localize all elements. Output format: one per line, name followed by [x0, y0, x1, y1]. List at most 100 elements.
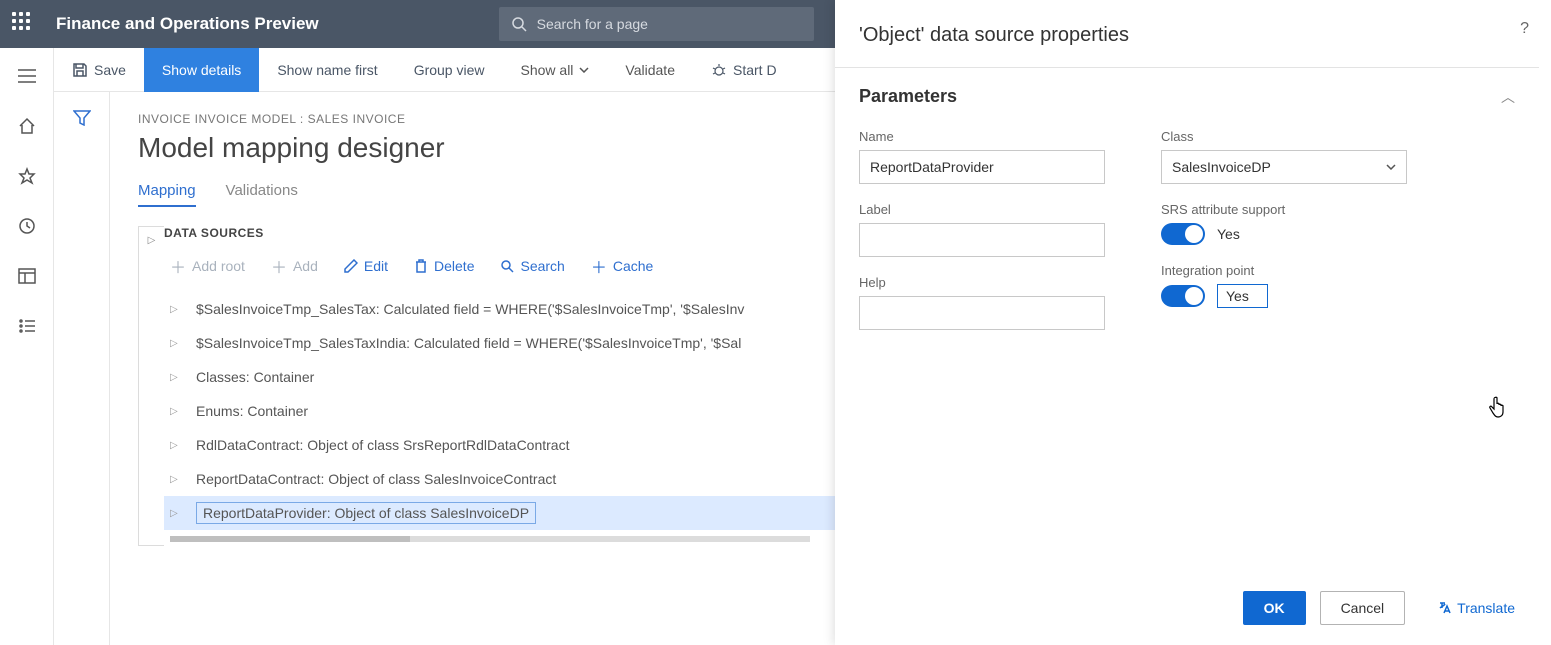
tree-row[interactable]: ▷ Classes: Container — [164, 360, 854, 394]
expand-icon[interactable]: ▷ — [170, 508, 184, 519]
integration-label: Integration point — [1161, 263, 1407, 278]
search-icon — [511, 16, 527, 32]
data-sources-toolbar: ＋Add root ＋Add Edit Delete Search ＋Cache — [164, 254, 854, 278]
show-name-first-label: Show name first — [277, 62, 377, 78]
global-search[interactable]: Search for a page — [499, 7, 814, 41]
add-button[interactable]: ＋Add — [271, 254, 318, 278]
translate-icon — [1437, 601, 1451, 615]
tree-row[interactable]: ▷ $SalesInvoiceTmp_SalesTaxIndia: Calcula… — [164, 326, 854, 360]
app-title: Finance and Operations Preview — [56, 14, 319, 34]
class-label: Class — [1161, 129, 1407, 144]
name-input[interactable] — [859, 150, 1105, 184]
tab-validations[interactable]: Validations — [226, 182, 298, 207]
horizontal-scrollbar[interactable] — [170, 536, 810, 542]
filter-icon[interactable] — [73, 110, 91, 645]
tree-row[interactable]: ▷ ReportDataContract: Object of class Sal… — [164, 462, 854, 496]
show-details-label: Show details — [162, 62, 241, 78]
edit-button[interactable]: Edit — [344, 254, 388, 278]
tab-mapping[interactable]: Mapping — [138, 182, 196, 207]
tree-row[interactable]: ▷ Enums: Container — [164, 394, 854, 428]
srs-value: Yes — [1217, 226, 1240, 242]
class-field: Class SalesInvoiceDP — [1161, 129, 1407, 184]
search-button[interactable]: Search — [500, 254, 564, 278]
save-button[interactable]: Save — [54, 48, 144, 92]
delete-icon — [414, 259, 428, 273]
show-all-label: Show all — [521, 62, 574, 78]
show-all-dropdown[interactable]: Show all — [503, 48, 608, 92]
srs-label: SRS attribute support — [1161, 202, 1407, 217]
srs-toggle[interactable] — [1161, 223, 1205, 245]
modules-icon[interactable] — [15, 314, 39, 338]
label-field: Label — [859, 202, 1105, 257]
validate-label: Validate — [625, 62, 675, 78]
group-view-label: Group view — [414, 62, 485, 78]
tree-row-label: $SalesInvoiceTmp_SalesTaxIndia: Calculat… — [196, 335, 741, 351]
data-sources-tree: ▷ $SalesInvoiceTmp_SalesTax: Calculated f… — [164, 292, 854, 530]
tree-row-label: RdlDataContract: Object of class SrsRepo… — [196, 437, 569, 453]
translate-label: Translate — [1457, 600, 1515, 616]
tree-row-label: Enums: Container — [196, 403, 308, 419]
tree-row[interactable]: ▷ ReportDataProvider: Object of class Sal… — [164, 496, 854, 530]
chevron-up-icon: ︿ — [1501, 87, 1515, 107]
filter-column — [54, 92, 110, 645]
delete-button[interactable]: Delete — [414, 254, 474, 278]
integration-field: Integration point Yes — [1161, 263, 1407, 308]
tree-row-label: $SalesInvoiceTmp_SalesTax: Calculated fi… — [196, 301, 744, 317]
add-root-button[interactable]: ＋Add root — [170, 254, 245, 278]
cursor-icon — [1488, 395, 1510, 424]
srs-field: SRS attribute support Yes — [1161, 202, 1407, 245]
label-input[interactable] — [859, 223, 1105, 257]
help-icon[interactable]: ? — [1520, 20, 1529, 38]
left-rail — [0, 48, 54, 645]
data-sources-header: DATA SOURCES — [164, 226, 854, 240]
parameters-heading: Parameters — [859, 86, 957, 107]
help-input[interactable] — [859, 296, 1105, 330]
start-debug-button[interactable]: Start D — [693, 48, 795, 92]
ok-button[interactable]: OK — [1243, 591, 1306, 625]
integration-toggle[interactable] — [1161, 285, 1205, 307]
tree-row[interactable]: ▷ RdlDataContract: Object of class SrsRep… — [164, 428, 854, 462]
show-name-first-button[interactable]: Show name first — [259, 48, 395, 92]
parameters-section-header[interactable]: Parameters ︿ — [859, 86, 1515, 107]
cancel-button[interactable]: Cancel — [1320, 591, 1406, 625]
tree-row[interactable]: ▷ $SalesInvoiceTmp_SalesTax: Calculated f… — [164, 292, 854, 326]
panel-collapse-handle[interactable]: ▷ — [138, 226, 164, 546]
parameters-grid: Name Label Help Class SalesInvoiceDP — [859, 129, 1515, 330]
save-label: Save — [94, 62, 126, 78]
properties-panel: ? 'Object' data source properties Parame… — [835, 0, 1551, 645]
validate-button[interactable]: Validate — [607, 48, 693, 92]
workspace-icon[interactable] — [15, 264, 39, 288]
help-field: Help — [859, 275, 1105, 330]
tree-row-label: ReportDataContract: Object of class Sale… — [196, 471, 556, 487]
expand-icon[interactable]: ▷ — [170, 372, 184, 383]
help-label: Help — [859, 275, 1105, 290]
search-placeholder: Search for a page — [537, 16, 648, 32]
expand-icon[interactable]: ▷ — [170, 338, 184, 349]
chevron-down-icon — [579, 67, 589, 73]
expand-icon[interactable]: ▷ — [170, 406, 184, 417]
expand-icon[interactable]: ▷ — [170, 304, 184, 315]
clock-icon[interactable] — [15, 214, 39, 238]
search-icon — [500, 259, 514, 273]
hamburger-icon[interactable] — [15, 64, 39, 88]
cache-button[interactable]: ＋Cache — [591, 254, 653, 278]
edit-icon — [344, 259, 358, 273]
panel-footer: OK Cancel Translate — [859, 571, 1515, 625]
chevron-down-icon — [1386, 164, 1396, 170]
show-details-button[interactable]: Show details — [144, 48, 259, 92]
translate-button[interactable]: Translate — [1437, 600, 1515, 616]
expand-icon[interactable]: ▷ — [170, 474, 184, 485]
waffle-icon[interactable] — [12, 12, 36, 36]
debug-icon — [711, 63, 727, 77]
star-icon[interactable] — [15, 164, 39, 188]
class-value: SalesInvoiceDP — [1172, 159, 1271, 175]
home-icon[interactable] — [15, 114, 39, 138]
group-view-button[interactable]: Group view — [396, 48, 503, 92]
parameters-col-left: Name Label Help — [859, 129, 1105, 330]
expand-icon[interactable]: ▷ — [170, 440, 184, 451]
tree-row-label: Classes: Container — [196, 369, 314, 385]
tree-row-label: ReportDataProvider: Object of class Sale… — [196, 502, 536, 524]
class-select[interactable]: SalesInvoiceDP — [1161, 150, 1407, 184]
panel-title: 'Object' data source properties — [859, 24, 1515, 47]
parameters-col-right: Class SalesInvoiceDP SRS attribute suppo… — [1161, 129, 1407, 330]
